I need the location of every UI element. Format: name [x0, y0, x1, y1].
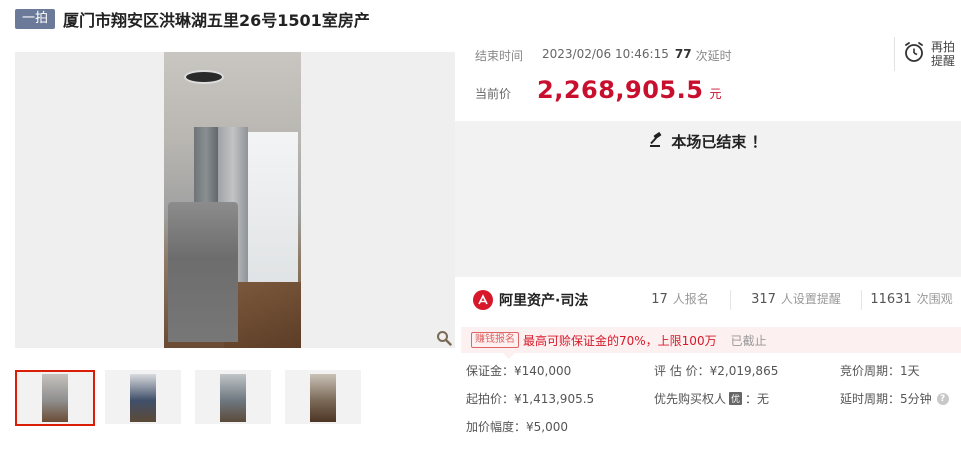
alarm-clock-icon [903, 41, 925, 67]
ended-text: 本场已结束 ！ [671, 133, 767, 151]
priority-buyer-label: 优先购买权人 [654, 392, 727, 406]
views-label: 次围观 [916, 292, 953, 306]
increment-field: 加价幅度：¥5,000 [466, 418, 568, 435]
signup-stat: 17 人报名 [630, 290, 730, 310]
current-price-row: 当前价 2,268,905.5 元 [475, 76, 721, 104]
priority-buyer-field: 优先购买权人 优 ：无 [654, 390, 769, 407]
delay-cycle-field: 延时周期：5分钟 ? [840, 390, 949, 407]
thumbnail-1[interactable] [15, 370, 95, 426]
reminder-label: 再拍提醒 [931, 40, 956, 68]
main-photo[interactable] [15, 52, 455, 348]
thumbnail-2[interactable] [105, 370, 181, 424]
promo-text: 最高可赊保证金的70%，上限100万 [523, 333, 717, 348]
current-price: 2,268,905.5 [537, 76, 704, 104]
priority-badge-icon: 优 [729, 392, 743, 405]
start-price-value: 起拍价：¥1,413,905.5 [466, 392, 595, 406]
start-price-field: 起拍价：¥1,413,905.5 [466, 390, 594, 407]
bedroom-photo [164, 52, 301, 348]
deposit-field: 保证金：¥140,000 [466, 362, 571, 379]
priority-buyer-value: ：无 [745, 392, 770, 406]
auction-status-panel: 本场已结束 ！ [455, 121, 961, 277]
deposit-loan-promo: 赚钱报名 最高可赊保证金的70%，上限100万 已截止 [461, 327, 961, 359]
page-title: 厦门市翔安区洪琳湖五里26号1501室房产 [63, 11, 370, 30]
bid-cycle-field: 竞价周期：1天 [840, 362, 920, 379]
end-time-label: 结束时间 [475, 49, 524, 63]
rebid-reminder-button[interactable]: 再拍提醒 [894, 37, 961, 71]
views-stat: 11631 次围观 [862, 290, 961, 310]
end-time-row: 结束时间 2023/02/06 10:46:15 77 次延时 [475, 47, 732, 64]
appraisal-field: 评 估 价：¥2,019,865 [654, 362, 778, 379]
deposit-value: 保证金：¥140,000 [466, 364, 572, 378]
delay-label: 次延时 [695, 49, 732, 63]
increment-value: 加价幅度：¥5,000 [466, 420, 568, 434]
delay-cycle-value: 延时周期：5分钟 [840, 392, 932, 406]
reminder-count: 317 [751, 292, 776, 307]
zoom-icon[interactable] [433, 327, 455, 349]
price-unit: 元 [709, 87, 722, 101]
signup-count: 17 [651, 292, 668, 307]
end-time-value: 2023/02/06 10:46:15 [542, 47, 669, 61]
thumbnail-4[interactable] [285, 370, 361, 424]
reminder-stat-label: 人设置提醒 [780, 292, 841, 306]
brand[interactable]: 阿里资产·司法 [455, 290, 630, 310]
brand-name: 阿里资产·司法 [499, 293, 589, 309]
bid-cycle-value: 竞价周期：1天 [840, 364, 920, 378]
signup-label: 人报名 [672, 292, 709, 306]
gavel-icon [649, 131, 665, 152]
appraisal-value: 评 估 价：¥2,019,865 [654, 364, 779, 378]
auction-round-tag: 一拍 [15, 9, 56, 29]
promo-status: 已截止 [730, 333, 767, 348]
thumbnail-strip [15, 370, 361, 426]
title-row: 一拍 厦门市翔安区洪琳湖五里26号1501室房产 [15, 8, 370, 30]
stats-row: 阿里资产·司法 17 人报名 317 人设置提醒 11631 次围观 [455, 280, 961, 320]
help-icon[interactable]: ? [936, 392, 949, 405]
ended-message: 本场已结束 ！ [455, 131, 961, 152]
delay-count: 77 [674, 47, 692, 61]
reminder-stat: 317 人设置提醒 [730, 290, 862, 310]
current-price-label: 当前价 [475, 87, 512, 101]
ali-asset-logo-icon [473, 290, 493, 310]
thumbnail-3[interactable] [195, 370, 271, 424]
promo-badge: 赚钱报名 [471, 332, 519, 348]
views-count: 11631 [870, 292, 912, 307]
